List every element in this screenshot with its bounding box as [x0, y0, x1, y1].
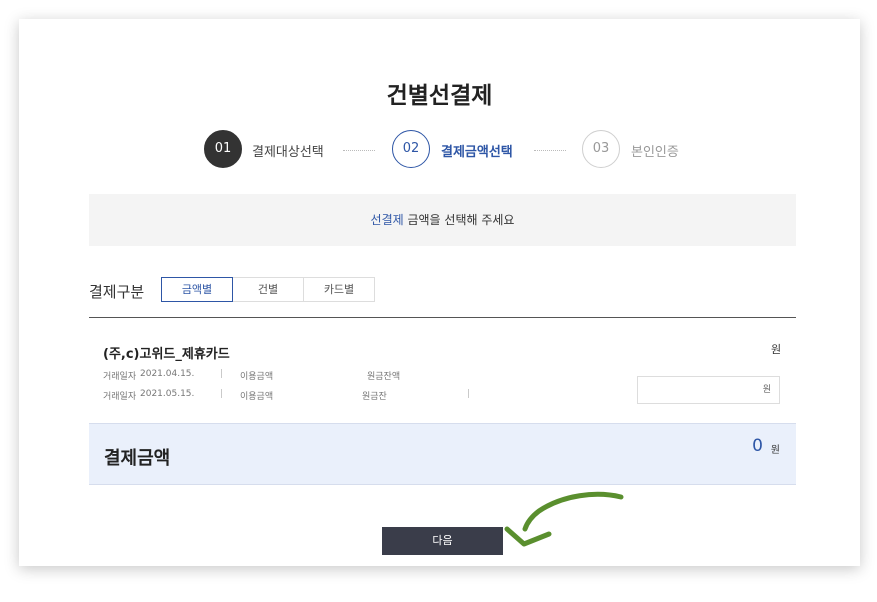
- date-label: 거래일자: [103, 392, 137, 402]
- step-3-label: 본인인증: [631, 145, 679, 160]
- section-divider: [89, 317, 796, 318]
- amount-input-unit: 원: [762, 385, 771, 395]
- usage-label: 이용금액: [240, 392, 274, 402]
- card-amount-unit: 원: [771, 343, 782, 356]
- tab-by-card[interactable]: 카드별: [303, 277, 375, 302]
- step-1-badge: 01: [204, 130, 242, 168]
- row-separator: |: [220, 389, 224, 399]
- total-amount-label: 결제금액: [104, 448, 171, 469]
- total-amount-value: 0: [752, 436, 763, 456]
- total-amount-unit: 원: [770, 445, 780, 456]
- tab-by-amount[interactable]: 금액별: [161, 277, 233, 302]
- step-connector: [343, 150, 375, 151]
- amount-input[interactable]: 원: [637, 376, 780, 404]
- payment-type-tabs: 금액별 건별 카드별: [161, 277, 375, 302]
- card-name: (주,c)고위드_제휴카드: [103, 347, 230, 362]
- step-indicator: 01 결제대상선택 02 결제금액선택 03 본인인증: [19, 130, 860, 170]
- step-2-badge: 02: [392, 130, 430, 168]
- notice-highlight: 선결제: [370, 213, 404, 227]
- step-1-label: 결제대상선택: [252, 145, 324, 160]
- balance-label: 원금잔액: [367, 372, 401, 382]
- date-label: 거래일자: [103, 372, 137, 382]
- step-2-label: 결제금액선택: [441, 145, 513, 160]
- next-button[interactable]: 다음: [382, 527, 503, 555]
- payment-type-label: 결제구분: [89, 283, 145, 301]
- row-separator: |: [220, 369, 224, 379]
- step-connector: [534, 150, 566, 151]
- transaction-date: 2021.04.15.: [140, 369, 195, 379]
- total-amount-section: 결제금액 0 원: [89, 423, 796, 485]
- page-title: 건별선결제: [386, 83, 493, 109]
- pointer-arrow-icon: [504, 491, 624, 547]
- row-separator: |: [467, 389, 471, 399]
- balance-label: 원금잔: [362, 392, 387, 402]
- instruction-banner: 선결제 금액을 선택해 주세요: [89, 194, 796, 246]
- step-3-badge: 03: [582, 130, 620, 168]
- notice-text: 금액을 선택해 주세요: [403, 213, 515, 227]
- usage-label: 이용금액: [240, 372, 274, 382]
- transaction-date: 2021.05.15.: [140, 389, 195, 399]
- tab-by-item[interactable]: 건별: [232, 277, 304, 302]
- payment-panel: 건별선결제 01 결제대상선택 02 결제금액선택 03 본인인증 선결제 금액…: [19, 19, 860, 566]
